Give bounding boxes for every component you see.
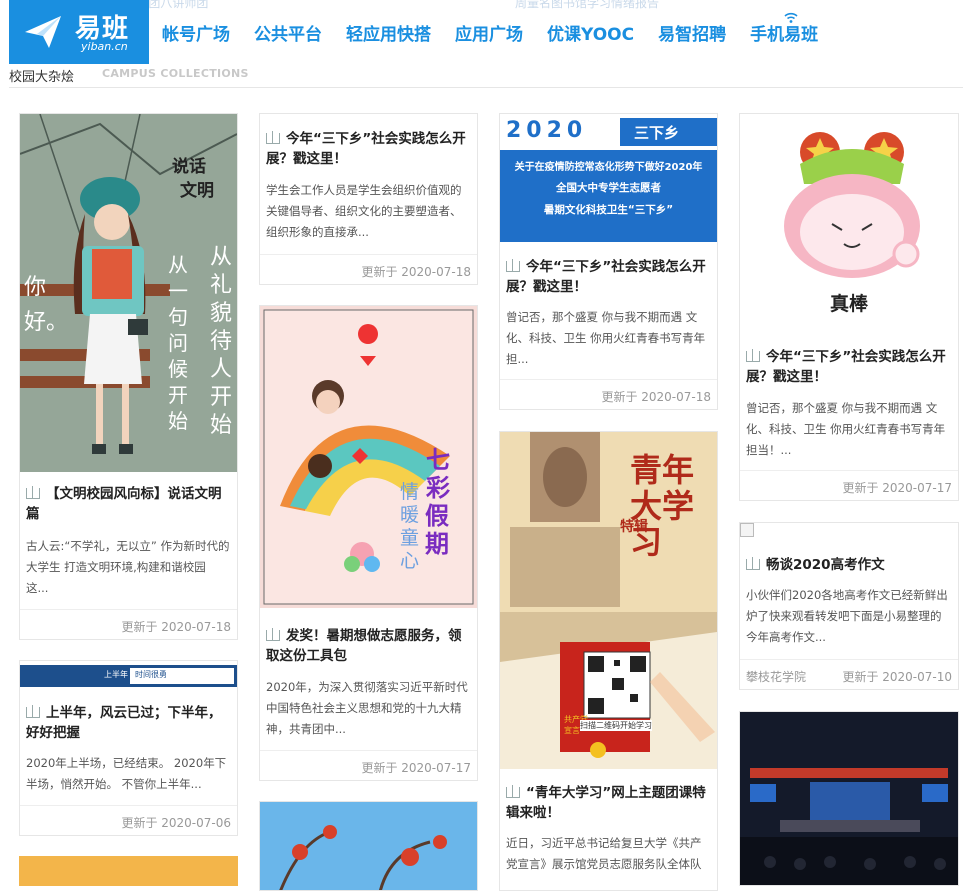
article-summary: 曾记否，那个盛夏 你与我不期而遇 文化、科技、卫生 你用火红青春书写青年担当！.… xyxy=(746,401,946,457)
book-icon xyxy=(26,705,40,718)
image-caption: 从一句问候开始 xyxy=(168,253,188,433)
image-caption: 三下乡 xyxy=(634,124,680,142)
article-card[interactable]: 真棒 今年“三下乡”社会实践怎么开展？戳这里！ 曾记否，那个盛夏 你与我不期而遇… xyxy=(739,113,959,501)
article-title[interactable]: 畅谈2020高考作文 xyxy=(746,555,952,575)
article-title[interactable]: 【文明校园风向标】说话文明篇 xyxy=(26,484,231,524)
article-card[interactable]: 上半年 时间很勇 上半年，风云已过；下半年，好好把握 2020年上半场，已经结束… xyxy=(19,660,238,836)
source-school[interactable]: 攀枝花学院 xyxy=(746,668,806,685)
image-caption: 暑期文化科技卫生“三下乡” xyxy=(543,204,674,216)
banner-text: 上半年 xyxy=(104,670,128,679)
image-caption: 真棒 xyxy=(829,293,868,315)
article-footer: 更新于 2020-07-18 xyxy=(260,254,477,284)
article-footer: 更新于 2020-07-17 xyxy=(740,470,958,500)
book-icon xyxy=(266,131,280,144)
article-image: 真棒 xyxy=(740,114,958,336)
main-nav: 帐号广场 公共平台 轻应用快搭 应用广场 优课YOOC 易智招聘 手机易班 xyxy=(150,0,830,64)
article-summary: 曾记否，那个盛夏 你与我不期而遇 文化、科技、卫生 你用火红青春书写青年担... xyxy=(506,310,706,366)
section-header: 校园大杂烩 CAMPUS COLLECTIONS xyxy=(9,66,963,88)
book-icon xyxy=(26,486,40,499)
article-card[interactable]: 畅谈2020高考作文 小伙伴们2020各地高考作文已经新鲜出炉了快来观看转发吧下… xyxy=(739,522,959,690)
article-footer: 更新于 2020-07-17 xyxy=(260,750,477,780)
book-icon xyxy=(506,785,520,798)
nav-app-square[interactable]: 应用广场 xyxy=(443,20,535,45)
logo-en: yiban.cn xyxy=(81,40,128,53)
banner-text: 时间很勇 xyxy=(135,670,167,679)
image-caption: 扫描二维码开始学习 xyxy=(580,720,652,731)
article-image: 说话 文明 你 好。 从一句问候开始 从礼貌待人开始 xyxy=(20,114,237,472)
article-card[interactable] xyxy=(739,711,959,886)
image-caption: 七彩 xyxy=(426,446,450,502)
nav-recruit[interactable]: 易智招聘 xyxy=(646,20,738,45)
article-summary: 2020年，为深入贯彻落实习近平新时代中国特色社会主义思想和党的十九大精神，共青… xyxy=(266,680,468,736)
image-caption: 说话 xyxy=(172,157,206,177)
article-title[interactable]: “青年大学习”网上主题团课特辑来啦！ xyxy=(506,783,711,823)
nav-account-square[interactable]: 帐号广场 xyxy=(150,20,242,45)
article-image: 青年大学习 特辑 共产党宣言 扫描二维码开始学习 xyxy=(500,432,717,769)
image-caption: 2020 xyxy=(506,118,588,143)
section-title: 校园大杂烩 xyxy=(9,70,75,85)
article-summary: 2020年上半场，已经结束。 2020年下半场，悄然开始。 不管你上半年... xyxy=(26,756,227,791)
image-caption: 从礼貌待人开始 xyxy=(210,245,233,438)
book-icon xyxy=(746,349,760,362)
article-title[interactable]: 今年“三下乡”社会实践怎么开展？戳这里！ xyxy=(266,129,471,169)
book-icon xyxy=(266,628,280,641)
signal-icon xyxy=(784,12,798,23)
article-card[interactable]: 说话 文明 你 好。 从一句问候开始 从礼貌待人开始 【文明校园风向标】说话文明… xyxy=(19,113,238,640)
image-caption: 情暖童心 xyxy=(400,481,420,572)
article-footer: 攀枝花学院 更新于 2020-07-10 xyxy=(740,659,958,689)
article-card[interactable] xyxy=(19,856,238,886)
article-footer: 更新于 2020-07-06 xyxy=(20,805,237,835)
article-summary: 近日，习近平总书记给复旦大学《共产党宣言》展示馆党员志愿服务队全体队 xyxy=(506,836,702,871)
article-card[interactable]: 2020 三下乡 关于在疫情防控常态化形势下做好2020年 全国大中专学生志愿者… xyxy=(499,113,718,410)
article-card[interactable]: 七彩 假期 情暖童心 发奖！暑期想做志愿服务，领取这份工具包 2020年，为深入… xyxy=(259,305,478,781)
article-summary: 古人云:“不学礼，无以立” 作为新时代的大学生 打造文明环境,构建和谐校园 这.… xyxy=(26,539,230,595)
article-image: 上半年 时间很勇 xyxy=(20,661,237,691)
article-title[interactable]: 上半年，风云已过；下半年，好好把握 xyxy=(26,703,231,743)
article-image: 七彩 假期 情暖童心 xyxy=(260,306,477,608)
article-image xyxy=(740,712,958,885)
image-caption: 假期 xyxy=(425,502,449,558)
update-date: 更新于 2020-07-18 xyxy=(121,620,231,634)
update-date: 更新于 2020-07-18 xyxy=(601,390,711,404)
article-footer: 更新于 2020-07-18 xyxy=(500,379,717,409)
section-subtitle: CAMPUS COLLECTIONS xyxy=(102,67,249,80)
book-icon xyxy=(506,259,520,272)
image-caption: 你 xyxy=(24,275,47,300)
update-date: 更新于 2020-07-17 xyxy=(361,761,471,775)
nav-light-app[interactable]: 轻应用快搭 xyxy=(334,20,443,45)
image-caption: 特辑 xyxy=(620,519,648,535)
paper-plane-icon xyxy=(25,16,61,48)
update-date: 更新于 2020-07-17 xyxy=(842,481,952,495)
nav-public-platform[interactable]: 公共平台 xyxy=(242,20,334,45)
image-caption: 全国大中专学生志愿者 xyxy=(556,182,661,194)
image-caption: 青年大学习 xyxy=(630,451,695,561)
article-card[interactable]: 今年“三下乡”社会实践怎么开展？戳这里！ 学生会工作人员是学生会组织价值观的关键… xyxy=(259,113,478,285)
update-date: 更新于 2020-07-18 xyxy=(361,265,471,279)
header: “青年大学习”暨九集团八讲师团 周量名图书馆学习情绪报告 易班 yiban.cn… xyxy=(0,0,963,65)
image-caption: 关于在疫情防控常态化形势下做好2020年 xyxy=(514,162,703,173)
article-title[interactable]: 今年“三下乡”社会实践怎么开展？戳这里！ xyxy=(746,347,952,387)
nav-yooc[interactable]: 优课YOOC xyxy=(535,20,646,45)
article-footer: 更新于 2020-07-18 xyxy=(20,609,237,639)
article-title[interactable]: 发奖！暑期想做志愿服务，领取这份工具包 xyxy=(266,626,471,666)
book-icon xyxy=(746,557,760,570)
article-image: 2020 三下乡 关于在疫情防控常态化形势下做好2020年 全国大中专学生志愿者… xyxy=(500,114,717,242)
update-date: 更新于 2020-07-06 xyxy=(121,816,231,830)
broken-image-icon xyxy=(740,523,754,537)
yiban-logo[interactable]: 易班 yiban.cn xyxy=(9,0,149,64)
article-title[interactable]: 今年“三下乡”社会实践怎么开展？戳这里！ xyxy=(506,257,711,297)
article-summary: 学生会工作人员是学生会组织价值观的关键倡导者、组织文化的主要塑造者、组织形象的直… xyxy=(266,183,462,239)
update-date: 更新于 2020-07-10 xyxy=(842,670,952,684)
image-caption: 好。 xyxy=(24,310,69,335)
image-caption: 文明 xyxy=(180,181,214,201)
article-card[interactable]: 青年大学习 特辑 共产党宣言 扫描二维码开始学习 “青年大学习”网上主题团课特辑… xyxy=(499,431,718,891)
article-summary: 小伙伴们2020各地高考作文已经新鲜出炉了快来观看转发吧下面是小易整理的今年高考… xyxy=(746,588,948,644)
